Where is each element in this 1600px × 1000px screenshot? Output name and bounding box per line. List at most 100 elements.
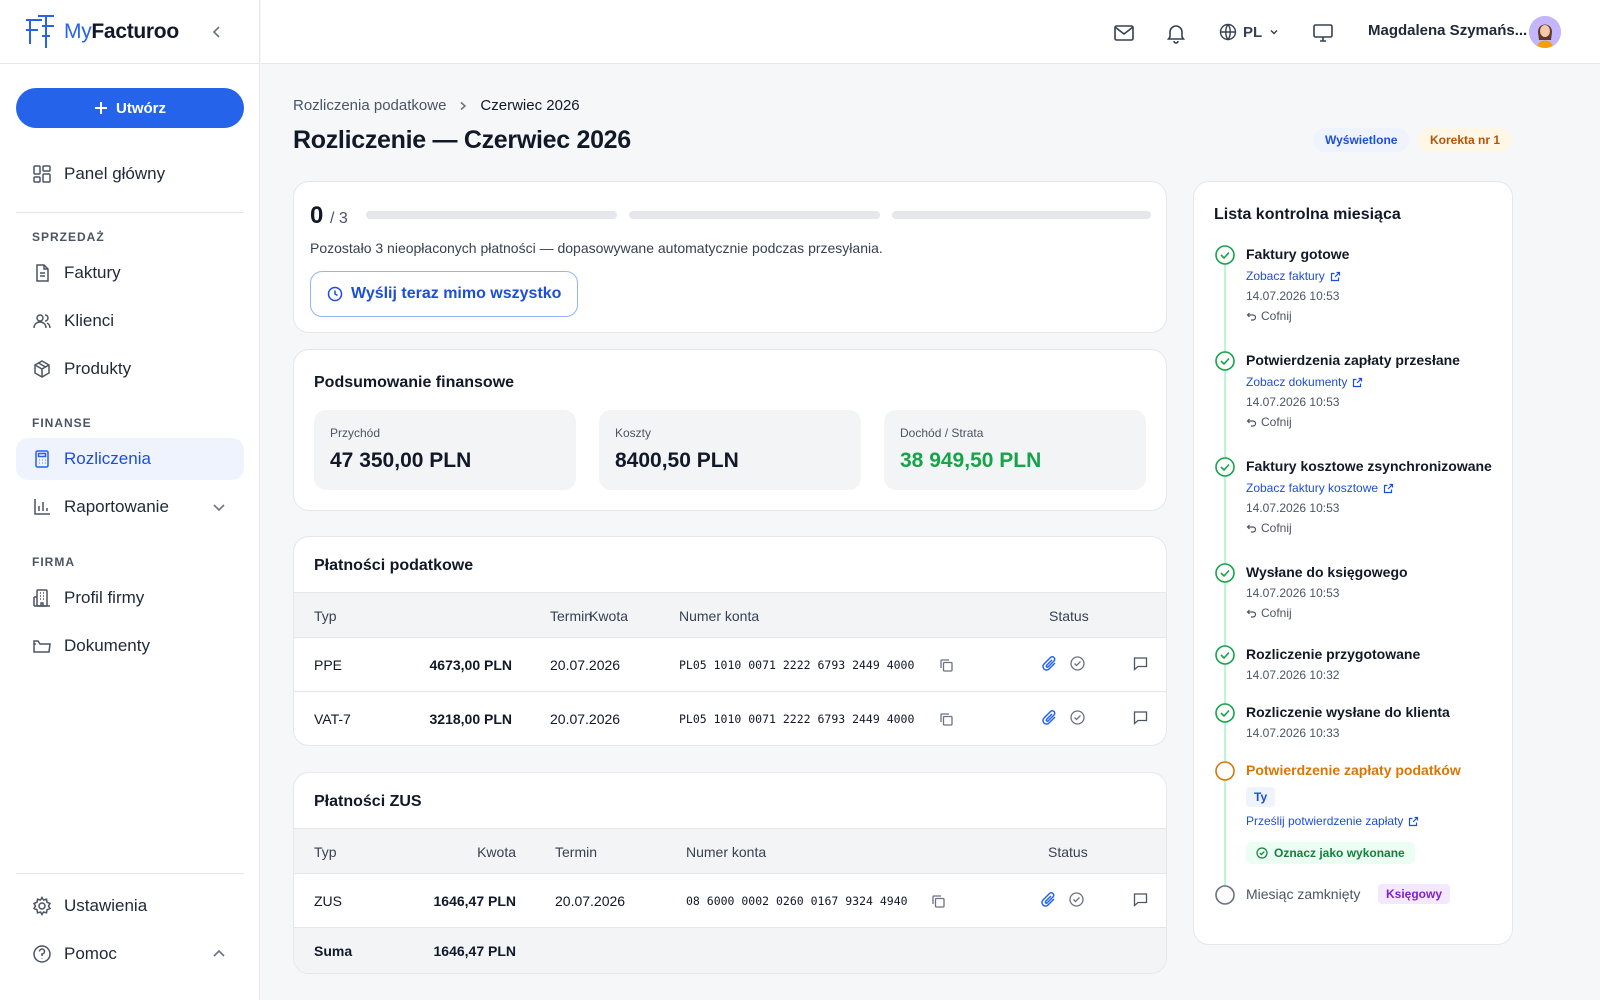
cell-amount: 3218,00 PLN bbox=[429, 711, 513, 727]
mail-icon[interactable] bbox=[1113, 22, 1135, 44]
cell-due: 20.07.2026 bbox=[555, 893, 626, 909]
sidebar-item-settings[interactable]: Ustawienia bbox=[16, 885, 244, 927]
step-link[interactable]: Zobacz dokumenty bbox=[1246, 375, 1363, 389]
undo-button[interactable]: Cofnij bbox=[1246, 606, 1292, 620]
upload-confirmation-link[interactable]: Prześlij potwierdzenie zapłaty bbox=[1246, 814, 1419, 828]
sidebar-item-dashboard[interactable]: Panel główny bbox=[16, 153, 244, 195]
progress-total: / 3 bbox=[330, 210, 348, 227]
monthly-checklist-card: Lista kontrolna miesiąca Faktury gotowe … bbox=[1193, 181, 1513, 945]
cell-amount: 4673,00 PLN bbox=[429, 657, 513, 673]
table-header: Typ Kwota Termin Numer konta Status bbox=[294, 592, 1166, 638]
kpi-value: 38 949,50 PLN bbox=[900, 449, 1042, 472]
column-header-account: Numer konta bbox=[686, 844, 767, 860]
step-link[interactable]: Zobacz faktury bbox=[1246, 269, 1341, 283]
cell-type: PPE bbox=[314, 657, 343, 673]
paperclip-icon[interactable] bbox=[1041, 655, 1058, 672]
sum-row: Suma 1646,47 PLN bbox=[294, 928, 1166, 973]
users-icon bbox=[33, 314, 51, 329]
sidebar-item-invoices[interactable]: Faktury bbox=[16, 252, 244, 294]
user-avatar-icon bbox=[1529, 16, 1561, 48]
step-date: 14.07.2026 10:53 bbox=[1246, 586, 1340, 600]
mark-as-done-button[interactable]: Oznacz jako wykonane bbox=[1246, 842, 1415, 864]
brand-name-main: Facturoo bbox=[91, 19, 179, 43]
section-label-company: FIRMA bbox=[32, 555, 75, 569]
brand-name: MyFacturoo bbox=[64, 20, 179, 44]
chevron-down-icon bbox=[1270, 29, 1278, 35]
progress-note: Pozostało 3 nieopłaconych płatności — do… bbox=[310, 240, 883, 256]
create-button[interactable]: Utwórz bbox=[16, 88, 244, 128]
user-name[interactable]: Magdalena Szymańs... bbox=[1368, 22, 1527, 39]
comment-icon[interactable] bbox=[1132, 655, 1149, 672]
column-header-status: Status bbox=[1049, 608, 1089, 624]
check-circle-icon[interactable] bbox=[1068, 891, 1085, 908]
paperclip-icon[interactable] bbox=[1040, 891, 1057, 908]
page-title: Rozliczenie — Czerwiec 2026 bbox=[293, 126, 631, 154]
comment-icon[interactable] bbox=[1132, 891, 1149, 908]
progress-done: 0 bbox=[310, 202, 324, 229]
copy-icon[interactable] bbox=[931, 894, 946, 909]
step-link[interactable]: Zobacz faktury kosztowe bbox=[1246, 481, 1394, 495]
sidebar-item-settlements[interactable]: Rozliczenia bbox=[16, 438, 244, 480]
step-date: 14.07.2026 10:53 bbox=[1246, 289, 1340, 303]
kpi-label: Koszty bbox=[615, 426, 652, 440]
language-selector[interactable]: PL bbox=[1219, 20, 1280, 44]
sidebar-item-help[interactable]: Pomoc bbox=[16, 933, 244, 975]
financial-summary-card: Podsumowanie finansowe Przychód 47 350,0… bbox=[293, 349, 1167, 511]
sidebar-item-label: Pomoc bbox=[64, 944, 117, 963]
bell-icon[interactable] bbox=[1165, 22, 1187, 44]
sidebar-item-documents[interactable]: Dokumenty bbox=[16, 625, 244, 667]
undo-icon bbox=[1246, 524, 1257, 533]
sidebar-item-reporting[interactable]: Raportowanie bbox=[16, 486, 244, 528]
sidebar-item-company-profile[interactable]: Profil firmy bbox=[16, 577, 244, 619]
sidebar-item-clients[interactable]: Klienci bbox=[16, 300, 244, 342]
check-circle-icon[interactable] bbox=[1069, 655, 1086, 672]
sidebar-divider bbox=[16, 873, 244, 874]
section-label-finance: FINANSE bbox=[32, 416, 92, 430]
check-circle-icon bbox=[1215, 703, 1235, 723]
send-anyway-label: Wyślij teraz mimo wszystko bbox=[351, 285, 562, 302]
brand: MyFacturoo bbox=[0, 0, 259, 64]
step-title: Potwierdzenie zapłaty podatków bbox=[1246, 762, 1461, 778]
avatar[interactable] bbox=[1529, 16, 1561, 48]
monitor-icon[interactable] bbox=[1312, 22, 1334, 44]
sidebar-item-label: Produkty bbox=[64, 359, 132, 378]
cell-account: 08 6000 0002 0260 0167 9324 4940 bbox=[686, 894, 908, 908]
external-link-icon bbox=[1383, 483, 1394, 493]
progress-segment-1 bbox=[366, 211, 617, 219]
check-circle-icon[interactable] bbox=[1069, 709, 1086, 726]
collapse-sidebar-icon[interactable] bbox=[207, 22, 227, 42]
clock-icon bbox=[327, 286, 343, 302]
undo-label: Cofnij bbox=[1261, 521, 1292, 535]
comment-icon[interactable] bbox=[1132, 709, 1149, 726]
breadcrumb-parent-link[interactable]: Rozliczenia podatkowe bbox=[293, 97, 446, 114]
step-link-label: Zobacz dokumenty bbox=[1246, 375, 1348, 389]
step-title: Faktury kosztowe zsynchronizowane bbox=[1246, 458, 1492, 474]
undo-button[interactable]: Cofnij bbox=[1246, 521, 1292, 535]
breadcrumb: Rozliczenia podatkowe Czerwiec 2026 bbox=[293, 97, 580, 114]
undo-button[interactable]: Cofnij bbox=[1246, 415, 1292, 429]
check-circle-icon bbox=[1215, 563, 1235, 583]
tax-payments-title: Płatności podatkowe bbox=[314, 557, 474, 574]
sidebar-item-label: Dokumenty bbox=[64, 636, 150, 655]
chevron-down-icon[interactable] bbox=[210, 498, 228, 516]
copy-icon[interactable] bbox=[939, 712, 954, 727]
paperclip-icon[interactable] bbox=[1041, 709, 1058, 726]
undo-button[interactable]: Cofnij bbox=[1246, 309, 1292, 323]
cell-type: ZUS bbox=[314, 893, 342, 909]
chevron-right-icon bbox=[460, 101, 467, 110]
undo-icon bbox=[1246, 312, 1257, 321]
column-header-type: Typ bbox=[314, 608, 337, 624]
send-anyway-button[interactable]: Wyślij teraz mimo wszystko bbox=[310, 271, 579, 317]
pending-circle-icon bbox=[1215, 761, 1235, 781]
create-button-label: Utwórz bbox=[116, 99, 166, 117]
cell-amount: 1646,47 PLN bbox=[433, 893, 517, 909]
dashboard-icon bbox=[33, 165, 51, 183]
assignee-badge: Księgowy bbox=[1378, 884, 1451, 904]
copy-icon[interactable] bbox=[939, 658, 954, 673]
step-title: Miesiąc zamknięty bbox=[1246, 886, 1361, 902]
kpi-revenue: Przychód 47 350,00 PLN bbox=[314, 410, 576, 490]
step-link-label: Zobacz faktury bbox=[1246, 269, 1325, 283]
progress-segment-3 bbox=[892, 211, 1151, 219]
sidebar-item-products[interactable]: Produkty bbox=[16, 348, 244, 390]
chevron-up-icon[interactable] bbox=[210, 945, 228, 963]
